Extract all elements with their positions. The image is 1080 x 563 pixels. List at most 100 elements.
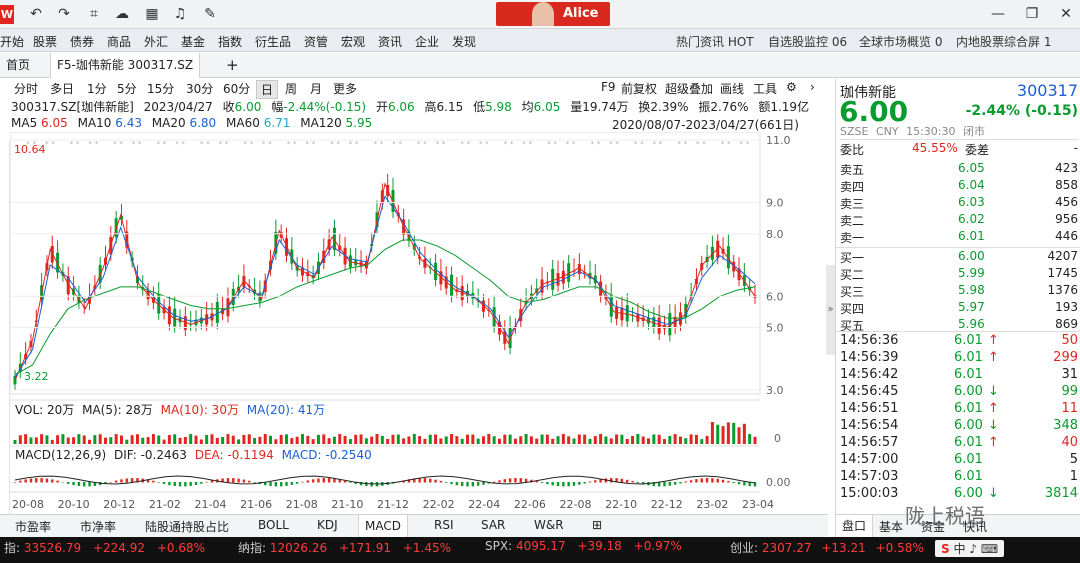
volume-bar [524, 434, 528, 444]
volume-bar [439, 438, 443, 444]
menu-derivative[interactable]: 衍生品 [255, 33, 291, 50]
menu-index[interactable]: 指数 [218, 33, 242, 50]
turnover-label: 换 [638, 100, 651, 114]
add-tab-button[interactable]: + [220, 53, 245, 78]
collapse-handle[interactable]: » [826, 265, 835, 355]
volume-bar [114, 434, 118, 444]
user-badge[interactable]: Alice [496, 2, 610, 26]
level-volume: 869 [1055, 317, 1078, 331]
tab-macd[interactable]: MACD [358, 515, 408, 538]
menu-bond[interactable]: 债券 [70, 33, 94, 50]
tab-kdj[interactable]: KDJ [317, 518, 338, 532]
chat-icon[interactable]: ☁ [114, 6, 130, 22]
ticker-label: 纳指: [238, 541, 267, 555]
menu-macro[interactable]: 宏观 [341, 33, 365, 50]
period-day[interactable]: 日 [256, 80, 279, 99]
menu-hot-news[interactable]: 热门资讯 HOT [676, 33, 754, 50]
period-60m[interactable]: 60分 [223, 80, 250, 97]
adjust-button[interactable]: 前复权 [621, 80, 657, 97]
tab-hk-connect[interactable]: 陆股通持股占比 [145, 518, 229, 535]
layout-icon[interactable]: ▦ [144, 6, 160, 22]
event-marker: * [442, 140, 446, 148]
volume-bar [588, 438, 592, 444]
volume-bar [647, 438, 651, 444]
tab-pe[interactable]: 市盈率 [15, 518, 51, 535]
minimize-icon[interactable]: — [990, 6, 1006, 22]
note-icon[interactable]: ✎ [202, 6, 218, 22]
back-icon[interactable]: ↶ [28, 6, 44, 22]
tab-pb[interactable]: 市净率 [80, 518, 116, 535]
period-30m[interactable]: 30分 [186, 80, 213, 97]
ticker-item[interactable]: 纳指: 12026.26 +171.91 +1.45% [238, 539, 451, 556]
volume-bar [450, 434, 454, 444]
menu-am[interactable]: 资管 [304, 33, 328, 50]
tab-pankou[interactable]: 盘口 [835, 515, 874, 538]
watermark-text: 陇上税语 [905, 504, 985, 528]
volume-bar [290, 438, 294, 444]
macd-bar [274, 482, 278, 487]
tab-basic[interactable]: 基本 [879, 518, 903, 535]
menu-commodity[interactable]: 商品 [107, 33, 131, 50]
add-indicator-icon[interactable]: ⊞ [592, 518, 602, 532]
menu-global[interactable]: 全球市场概览 0 [859, 33, 942, 50]
forward-icon[interactable]: ↷ [56, 6, 72, 22]
volume-bar [604, 436, 608, 444]
period-5m[interactable]: 5分 [117, 80, 137, 97]
menu-watchlist[interactable]: 自选股监控 06 [768, 33, 847, 50]
macd-bar [572, 482, 576, 486]
period-15m[interactable]: 15分 [147, 80, 174, 97]
menu-mainland[interactable]: 内地股票综合屏 1 [956, 33, 1051, 50]
vol-legend-vol: VOL: 20万 [15, 403, 75, 417]
tab-boll[interactable]: BOLL [258, 518, 289, 532]
menu-fx[interactable]: 外汇 [144, 33, 168, 50]
tab-rsi[interactable]: RSI [434, 518, 454, 532]
level-label: 买二 [840, 268, 865, 282]
macd-bar [482, 482, 485, 485]
volume-bar [242, 434, 246, 444]
menu-news[interactable]: 资讯 [378, 33, 402, 50]
menu-discover[interactable]: 发现 [452, 33, 476, 50]
ticker-item[interactable]: 指: 33526.79 +224.92 +0.68% [4, 539, 205, 556]
event-marker: * [609, 140, 613, 148]
macd-legend-dif: DIF: -0.2463 [113, 448, 187, 462]
settings-icon[interactable]: ⚙ [786, 80, 797, 94]
restore-icon[interactable]: ❐ [1024, 6, 1040, 22]
volume-bar [657, 434, 661, 444]
menu-start[interactable]: 开始 [0, 33, 24, 50]
tab-wr[interactable]: W&R [534, 518, 564, 532]
trade-row: 14:57:03 6.01 1 [840, 469, 1078, 486]
period-fenshi[interactable]: 分时 [14, 80, 38, 97]
tools-button[interactable]: 工具 [753, 80, 777, 97]
crop-icon[interactable]: ⌗ [86, 6, 102, 22]
ask-row: 卖一 6.01 446 [840, 229, 1078, 246]
period-week[interactable]: 周 [285, 80, 297, 97]
tab-stock[interactable]: F5-珈伟新能 300317.SZ [50, 53, 201, 78]
event-marker: * [597, 140, 601, 148]
period-more[interactable]: 更多 [333, 80, 357, 97]
f9-button[interactable]: F9 [601, 80, 616, 94]
close-icon[interactable]: ✕ [1058, 6, 1074, 22]
period-month[interactable]: 月 [310, 80, 322, 97]
volume-bar [29, 437, 33, 444]
menu-fund[interactable]: 基金 [181, 33, 205, 50]
ime-mode-icon: 中 [953, 542, 966, 556]
draw-button[interactable]: 画线 [720, 80, 744, 97]
ma-line-ma60 [14, 239, 756, 375]
ask-row: 卖二 6.02 956 [840, 212, 1078, 229]
trade-volume: 1 [1069, 469, 1078, 484]
ticker-item[interactable]: SPX: 4095.17 +39.18 +0.97% [485, 539, 682, 553]
chevron-right-icon[interactable]: › [810, 80, 815, 94]
price-pane [10, 132, 761, 395]
quote-date: 2023/04/27 [143, 100, 213, 114]
period-duori[interactable]: 多日 [50, 80, 74, 97]
menu-stock[interactable]: 股票 [33, 33, 57, 50]
bell-icon[interactable]: ♫ [172, 6, 188, 22]
ime-toolbar[interactable]: S 中 ♪ ⌨ [935, 540, 1005, 557]
tab-home[interactable]: 首页 [0, 53, 36, 78]
tab-sar[interactable]: SAR [481, 518, 505, 532]
overlay-button[interactable]: 超级叠加 [665, 80, 713, 97]
macd-bar [194, 482, 198, 485]
menu-company[interactable]: 企业 [415, 33, 439, 50]
period-1m[interactable]: 1分 [87, 80, 107, 97]
ticker-item[interactable]: 创业: 2307.27 +13.21 +0.58% [730, 539, 924, 556]
